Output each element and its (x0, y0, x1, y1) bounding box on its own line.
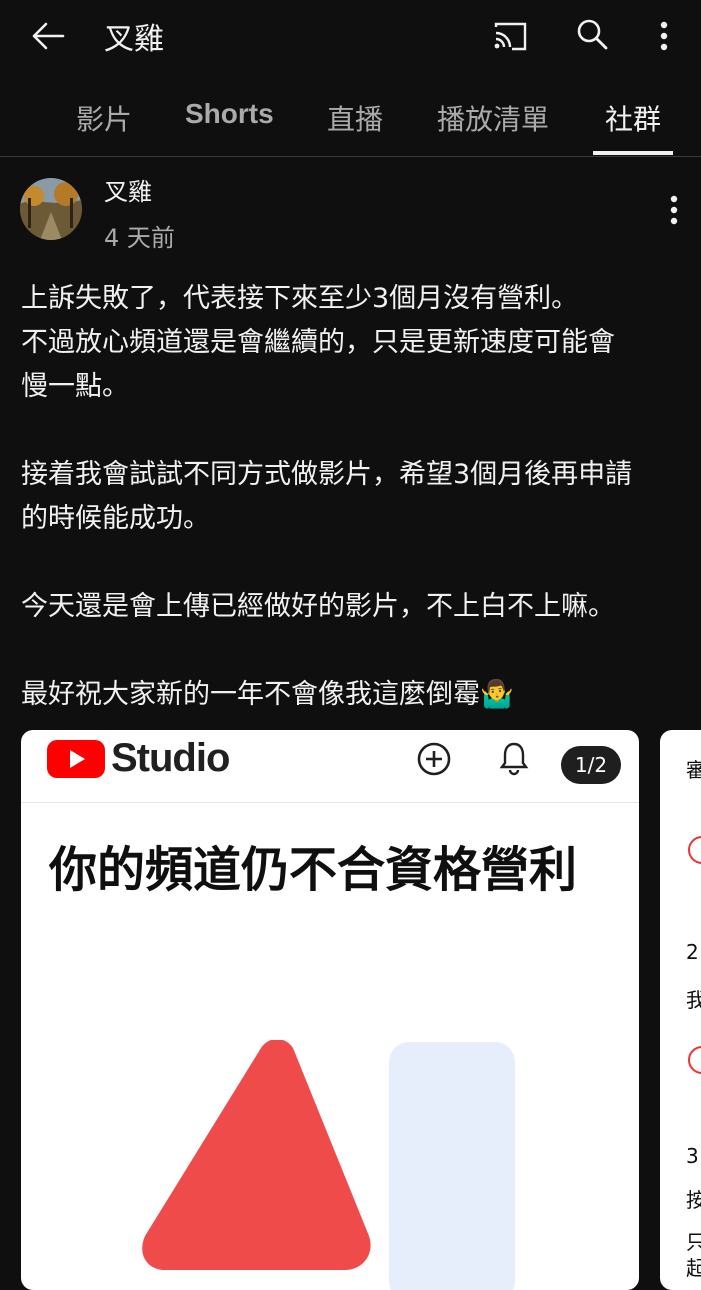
tab-community[interactable]: 社群 (605, 98, 661, 138)
card-fragment: 按 (686, 1188, 701, 1212)
youtube-logo-icon (47, 740, 105, 778)
warning-illustration (142, 1040, 515, 1290)
channel-tabs: 影片 Shorts 直播 播放清單 社群 (0, 78, 701, 157)
post-line: 今天還是會上傳已經做好的影片，不上白不上嘛。 (21, 591, 615, 622)
search-icon[interactable] (570, 12, 614, 56)
studio-brand: Studio (111, 736, 230, 780)
back-arrow-icon[interactable] (24, 14, 72, 58)
ineligible-headline: 你的頻道仍不合資格營利 (49, 842, 578, 898)
card-fragment: 審 (686, 758, 701, 782)
more-vert-icon[interactable] (642, 14, 686, 58)
post-line: 慢一點。 (21, 371, 129, 402)
next-image-card[interactable]: 審 2 我 3 按 只 起 (660, 730, 701, 1290)
status-circle-icon (688, 836, 701, 864)
avatar[interactable] (20, 178, 82, 240)
post-line: 不過放心頻道還是會繼續的，只是更新速度可能會 (21, 327, 615, 358)
post-body: 上訴失敗了，代表接下來至少3個月沒有營利。 不過放心頻道還是會繼續的，只是更新速… (21, 277, 681, 717)
image-counter: 1/2 (561, 746, 621, 784)
card-fragment: 起 (686, 1256, 701, 1280)
studio-header: Studio 1/2 (21, 730, 639, 803)
tab-shorts[interactable]: Shorts (185, 98, 274, 130)
tab-playlists[interactable]: 播放清單 (437, 98, 549, 138)
tab-live[interactable]: 直播 (327, 98, 383, 138)
post-author[interactable]: 叉雞 (104, 172, 152, 207)
post-menu-icon[interactable] (654, 190, 694, 230)
card-fragment: 只 (686, 1230, 701, 1254)
tab-videos[interactable]: 影片 (76, 98, 132, 138)
channel-title: 叉雞 (104, 22, 164, 57)
bell-icon (499, 742, 529, 776)
add-circle-icon (417, 742, 451, 776)
top-app-bar: 叉雞 (0, 0, 701, 78)
post-line: 的時候能成功。 (21, 503, 210, 534)
post-line: 上訴失敗了，代表接下來至少3個月沒有營利。 (21, 283, 579, 314)
post-image-card[interactable]: Studio 1/2 你的頻道仍不合資格營利 (21, 730, 639, 1290)
cast-icon[interactable] (488, 14, 532, 58)
post-time: 4 天前 (104, 224, 175, 252)
card-fragment: 我 (686, 988, 701, 1012)
card-fragment: 2 (686, 940, 699, 964)
post-line: 接着我會試試不同方式做影片，希望3個月後再申請 (21, 459, 633, 490)
card-fragment: 3 (686, 1144, 699, 1168)
active-tab-indicator (593, 151, 673, 155)
post-line: 最好祝大家新的一年不會像我這麼倒霉🤷‍♂️ (21, 679, 514, 710)
status-circle-icon (688, 1046, 701, 1074)
